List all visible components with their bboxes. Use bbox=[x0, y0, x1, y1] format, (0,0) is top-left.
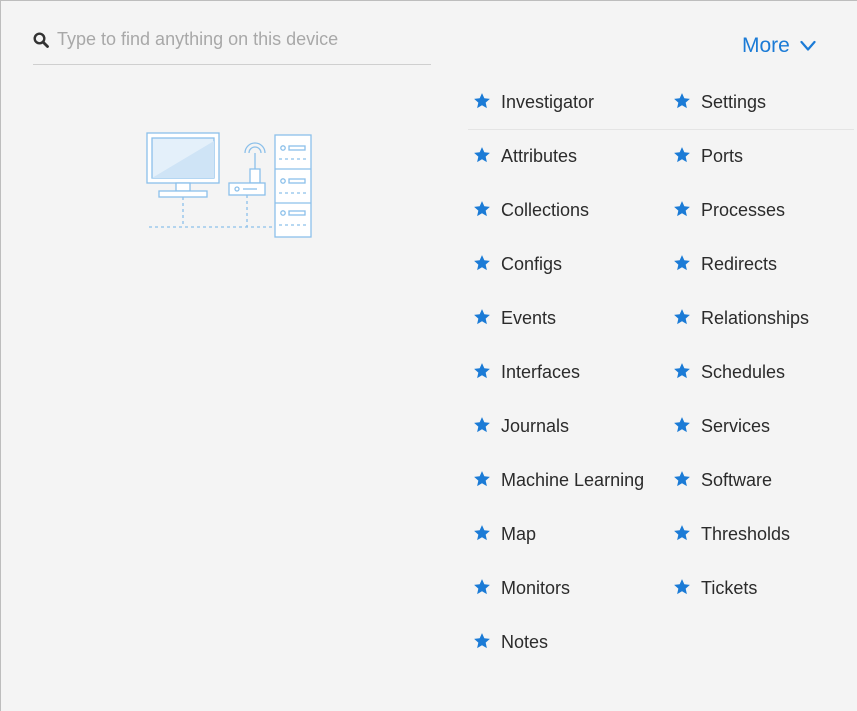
nav-item-label: Configs bbox=[501, 254, 563, 274]
star-icon bbox=[474, 255, 490, 271]
star-icon bbox=[474, 309, 490, 325]
nav-item-schedules[interactable]: Schedules bbox=[668, 357, 854, 387]
nav-item-label: Attributes bbox=[501, 146, 578, 166]
star-icon bbox=[474, 525, 490, 541]
nav-item-label: Services bbox=[701, 416, 771, 436]
nav-item-label: Relationships bbox=[701, 308, 810, 328]
nav-item-software[interactable]: Software bbox=[668, 465, 854, 495]
star-icon bbox=[674, 363, 690, 379]
star-icon bbox=[474, 201, 490, 217]
star-icon bbox=[474, 471, 490, 487]
star-icon bbox=[474, 93, 490, 109]
nav-item-label: Events bbox=[501, 308, 557, 328]
nav-item-label: Interfaces bbox=[501, 362, 581, 382]
left-link-list: Investigator Attributes Collections Configs… bbox=[468, 87, 658, 681]
nav-item-label: Processes bbox=[701, 200, 786, 220]
more-label: More bbox=[742, 34, 790, 57]
star-icon bbox=[674, 309, 690, 325]
device-panel: More bbox=[0, 0, 857, 711]
nav-item-ports[interactable]: Ports bbox=[668, 141, 854, 171]
star-icon bbox=[474, 363, 490, 379]
nav-item-settings[interactable]: Settings bbox=[668, 87, 854, 117]
nav-item-label: Monitors bbox=[501, 578, 571, 598]
nav-item-investigator[interactable]: Investigator bbox=[468, 87, 658, 117]
nav-item-processes[interactable]: Processes bbox=[668, 195, 854, 225]
star-icon bbox=[474, 633, 490, 649]
star-icon bbox=[474, 147, 490, 163]
star-icon bbox=[674, 471, 690, 487]
nav-item-thresholds[interactable]: Thresholds bbox=[668, 519, 854, 549]
nav-item-machine-learning[interactable]: Machine Learning bbox=[468, 465, 658, 495]
nav-item-label: Ports bbox=[701, 146, 744, 166]
star-icon bbox=[474, 417, 490, 433]
nav-item-interfaces[interactable]: Interfaces bbox=[468, 357, 658, 387]
search-bar[interactable] bbox=[33, 25, 431, 65]
search-input[interactable] bbox=[57, 29, 417, 50]
nav-item-label: Journals bbox=[501, 416, 570, 436]
star-icon bbox=[674, 525, 690, 541]
nav-item-tickets[interactable]: Tickets bbox=[668, 573, 854, 603]
nav-item-notes[interactable]: Notes bbox=[468, 627, 658, 657]
nav-item-redirects[interactable]: Redirects bbox=[668, 249, 854, 279]
nav-item-label: Collections bbox=[501, 200, 590, 220]
nav-item-relationships[interactable]: Relationships bbox=[668, 303, 854, 333]
nav-item-label: Map bbox=[501, 524, 537, 544]
more-dropdown[interactable]: More bbox=[742, 33, 816, 59]
search-icon bbox=[33, 31, 49, 48]
star-icon bbox=[674, 255, 690, 271]
nav-item-map[interactable]: Map bbox=[468, 519, 658, 549]
star-icon bbox=[674, 147, 690, 163]
nav-item-label: Schedules bbox=[701, 362, 786, 382]
nav-item-attributes[interactable]: Attributes bbox=[468, 141, 658, 171]
nav-item-label: Notes bbox=[501, 632, 549, 652]
right-link-list: Settings Ports Processes Redirects Relations… bbox=[668, 87, 854, 627]
star-icon bbox=[474, 579, 490, 595]
nav-item-label: Settings bbox=[701, 92, 767, 112]
star-icon bbox=[674, 579, 690, 595]
chevron-down-icon bbox=[800, 40, 816, 51]
nav-item-label: Thresholds bbox=[701, 524, 791, 544]
nav-item-label: Investigator bbox=[501, 92, 595, 112]
nav-item-label: Machine Learning bbox=[501, 470, 645, 490]
nav-item-services[interactable]: Services bbox=[668, 411, 854, 441]
star-icon bbox=[674, 417, 690, 433]
nav-item-monitors[interactable]: Monitors bbox=[468, 573, 658, 603]
nav-item-label: Tickets bbox=[701, 578, 758, 598]
device-illustration bbox=[146, 132, 312, 238]
nav-item-configs[interactable]: Configs bbox=[468, 249, 658, 279]
nav-item-events[interactable]: Events bbox=[468, 303, 658, 333]
nav-item-label: Redirects bbox=[701, 254, 778, 274]
nav-item-label: Software bbox=[701, 470, 773, 490]
star-icon bbox=[674, 93, 690, 109]
star-icon bbox=[674, 201, 690, 217]
nav-item-journals[interactable]: Journals bbox=[468, 411, 658, 441]
nav-item-collections[interactable]: Collections bbox=[468, 195, 658, 225]
